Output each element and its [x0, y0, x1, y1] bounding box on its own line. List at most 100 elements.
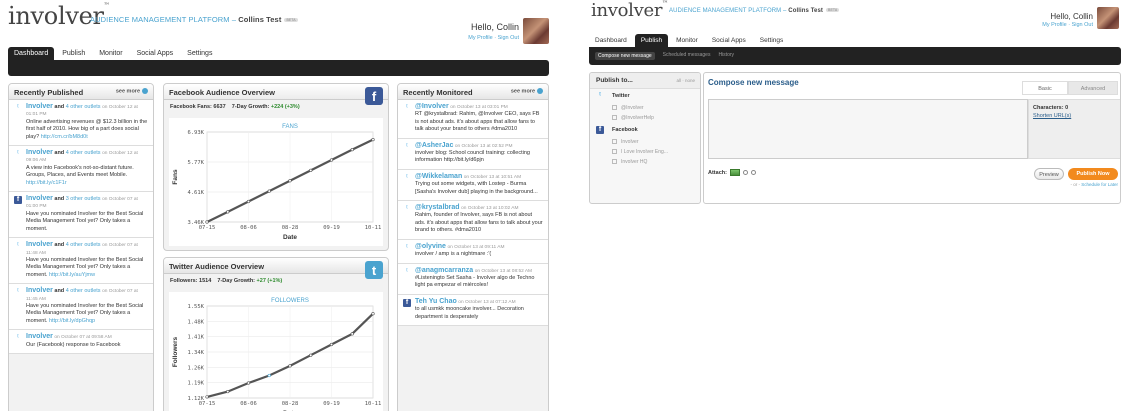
tab-social-apps[interactable]: Social Apps	[131, 47, 180, 60]
publish-to-panel: Publish to... all · none ᵗ Twitter @Involve…	[589, 72, 701, 204]
author-link[interactable]: @Involver	[415, 103, 449, 110]
post-link[interactable]: http://bit.ly/auYjmw	[49, 272, 95, 278]
platform-title: AUDIENCE MANAGEMENT PLATFORM – Collins T…	[90, 15, 298, 24]
twitter-icon: ᵗ	[17, 288, 19, 296]
avatar[interactable]	[523, 18, 549, 44]
see-more-published-link[interactable]: see more	[116, 88, 148, 94]
fans-chart-svg: FANS3.46K4.61K5.77K6.93K07-15 08-06 08-28 0…	[172, 124, 381, 241]
other-outlets-link[interactable]: 3 other outlets	[66, 196, 101, 202]
tab-publish[interactable]: Publish	[634, 34, 669, 47]
tab-monitor[interactable]: Monitor	[670, 34, 704, 47]
link-attach-icon[interactable]	[750, 170, 756, 175]
post-body: Our (Facebook) response to Facebook	[26, 342, 148, 349]
item-header: Involver and 4 other outlets on October …	[26, 149, 148, 165]
account-checkbox[interactable]	[612, 149, 617, 155]
account-checkbox-row[interactable]: @Involver	[590, 103, 700, 113]
data-point	[288, 179, 292, 183]
account-checkbox-row[interactable]: Involver HQ	[590, 157, 700, 167]
facebook-icon: f	[596, 126, 604, 134]
post-link[interactable]: http://bit.ly/dpGhqp	[49, 318, 95, 324]
author-link[interactable]: Involver	[26, 287, 53, 294]
other-outlets-link[interactable]: 4 other outlets	[66, 104, 101, 110]
list-item: ᵗ @krystalbrad on October 13 at 10:02 AM R…	[398, 201, 548, 240]
message-textarea[interactable]	[708, 99, 1028, 159]
timestamp: on October 07 at 09:58 AM	[54, 335, 112, 341]
author-link[interactable]: Involver	[26, 195, 53, 202]
arrow-icon	[142, 88, 148, 94]
tab-social-apps[interactable]: Social Apps	[706, 34, 752, 47]
other-outlets-link[interactable]: 4 other outlets	[66, 150, 101, 156]
publish-accounts: ᵗ Twitter @Involver @InvolverHelp f Facebook I…	[590, 89, 700, 167]
subtab-scheduled[interactable]: Scheduled messages	[663, 52, 711, 60]
author-link[interactable]: @krystalbrad	[415, 204, 460, 211]
account-checkbox[interactable]	[612, 159, 617, 165]
account-checkbox-row[interactable]: @InvolverHelp	[590, 113, 700, 123]
preview-button[interactable]: Preview	[1034, 168, 1064, 180]
post-link[interactable]: http://bit.ly/c1F1r	[26, 180, 67, 186]
y-tick-label: 1.41K	[187, 335, 204, 341]
tab-dashboard[interactable]: Dashboard	[8, 47, 55, 60]
account-checkbox[interactable]	[612, 105, 617, 111]
account-name: Involver HQ	[621, 159, 648, 165]
subtab-compose[interactable]: Compose new message	[595, 52, 655, 60]
tab-monitor[interactable]: Monitor	[93, 47, 128, 60]
author-link[interactable]: Involver	[26, 103, 53, 110]
author-link[interactable]: @Wikkelaman	[415, 173, 462, 180]
facebook-icon: f	[14, 196, 22, 205]
data-point	[350, 332, 354, 336]
followers-chart-svg: FOLLOWERS1.12K1.19K1.26K1.34K1.41K1.48K1…	[172, 298, 381, 411]
main-nav: Dashboard Publish Monitor Social Apps Se…	[589, 33, 791, 47]
tab-dashboard[interactable]: Dashboard	[589, 34, 633, 47]
all-none-toggle[interactable]: all · none	[676, 78, 695, 83]
schedule-later-link[interactable]: Schedule for Later	[1081, 182, 1118, 187]
other-outlets-link[interactable]: 4 other outlets	[66, 288, 101, 294]
twitter-icon: ᵗ	[17, 150, 19, 158]
tab-basic[interactable]: Basic	[1022, 81, 1068, 95]
sign-out-link[interactable]: Sign Out	[1072, 22, 1093, 28]
data-point	[309, 168, 313, 172]
data-point	[267, 373, 271, 378]
post-body: Have you nominated Involver for the Best…	[26, 303, 148, 325]
avatar[interactable]	[1097, 7, 1119, 29]
author-link[interactable]: @AsherJac	[415, 142, 453, 149]
post-body: to all usmkk mooncake involver... Decora…	[415, 306, 524, 320]
timestamp: on October 13 at 03:01 PM	[450, 105, 508, 110]
subtab-history[interactable]: History	[718, 52, 734, 60]
data-point	[329, 158, 334, 162]
author-link[interactable]: Involver	[26, 241, 53, 248]
my-profile-link[interactable]: My Profile	[468, 35, 492, 41]
publish-now-button[interactable]: Publish Now	[1068, 168, 1118, 180]
account-checkbox[interactable]	[612, 139, 617, 145]
timestamp: on October 13 at 07:12 AM	[458, 299, 516, 305]
image-attach-icon[interactable]	[729, 169, 740, 176]
platform-title: AUDIENCE MANAGEMENT PLATFORM – Collins T…	[669, 8, 840, 14]
post-link[interactable]: http://cm.cr/bM8d0t	[41, 134, 88, 140]
my-profile-link[interactable]: My Profile	[1042, 22, 1066, 28]
account-checkbox[interactable]	[612, 115, 617, 121]
timestamp: on October 13 at 02:52 PM	[454, 143, 513, 149]
author-link[interactable]: Teh Yu Chao	[415, 298, 457, 305]
tab-publish[interactable]: Publish	[56, 47, 91, 60]
tab-settings[interactable]: Settings	[181, 47, 218, 60]
account-checkbox-row[interactable]: I Love Involver Eng...	[590, 147, 700, 157]
tab-settings[interactable]: Settings	[754, 34, 790, 47]
author-link[interactable]: @olyvine	[415, 243, 446, 250]
author-link[interactable]: @anagmcarranza	[415, 267, 473, 274]
data-point	[246, 199, 251, 204]
twitter-overview-title: Twitter Audience Overview	[164, 258, 388, 274]
tab-advanced[interactable]: Advanced	[1068, 81, 1118, 95]
involver-logo[interactable]: involver™	[591, 0, 668, 21]
data-point	[267, 189, 271, 193]
author-link[interactable]: Involver	[26, 149, 53, 156]
item-header: Involver and 3 other outlets on October …	[26, 195, 148, 211]
sign-out-link[interactable]: Sign Out	[498, 35, 519, 41]
author-link[interactable]: Involver	[26, 333, 53, 340]
x-tick-label: 08-28	[282, 401, 299, 407]
see-more-monitored-link[interactable]: see more	[511, 88, 543, 94]
other-outlets-link[interactable]: 4 other outlets	[66, 242, 101, 248]
video-attach-icon[interactable]	[742, 170, 748, 175]
facebook-overview-title: Facebook Audience Overview	[164, 84, 388, 100]
recently-published-panel: Recently Published see more ᵗ Involver and…	[8, 83, 154, 411]
shorten-urls-link[interactable]: Shorten URL(s)	[1033, 113, 1117, 119]
account-checkbox-row[interactable]: Involver	[590, 137, 700, 147]
